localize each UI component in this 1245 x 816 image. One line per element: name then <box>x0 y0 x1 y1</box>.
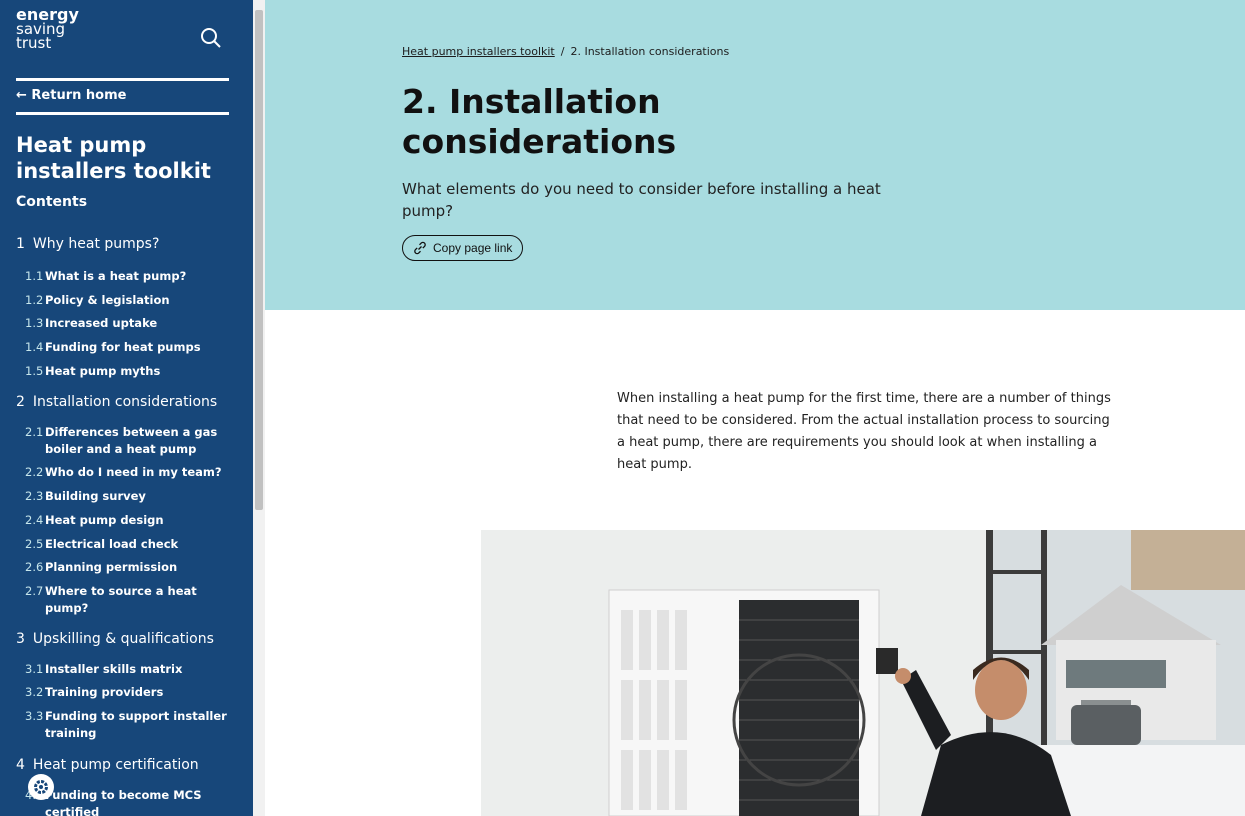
divider <box>16 78 229 81</box>
toc-item-3-1[interactable]: 3.1 Installer skills matrix <box>25 661 230 678</box>
toc-item-3-2[interactable]: 3.2 Training providers <box>25 684 230 701</box>
breadcrumb-current: 2. Installation considerations <box>570 45 730 58</box>
breadcrumb-link-toolkit[interactable]: Heat pump installers toolkit <box>402 45 555 58</box>
toc-item-2-3[interactable]: 2.3 Building survey <box>25 488 230 505</box>
toc-item-2-6[interactable]: 2.6 Planning permission <box>25 559 230 576</box>
logo-line-3: trust <box>16 34 52 52</box>
return-home-link[interactable]: ← Return home <box>16 88 126 103</box>
toc-item-3-3[interactable]: 3.3 Funding to support installer training <box>25 708 230 742</box>
toc-section-2[interactable]: 2 Installation considerations <box>16 394 217 410</box>
logo[interactable]: energy saving trust <box>16 7 79 52</box>
gear-icon[interactable] <box>28 774 54 800</box>
breadcrumb: Heat pump installers toolkit / 2. Installa… <box>402 45 729 58</box>
toc-item-2-5[interactable]: 2.5 Electrical load check <box>25 536 230 553</box>
copy-page-link-button[interactable]: Copy page link <box>402 235 524 261</box>
toc-item-2-1[interactable]: 2.1 Differences between a gas boiler and … <box>25 424 230 458</box>
breadcrumb-separator: / <box>560 45 565 58</box>
sidebar-scrollbar[interactable] <box>253 0 265 816</box>
toc-section-3[interactable]: 3 Upskilling & qualifications <box>16 631 214 647</box>
toc-item-2-2[interactable]: 2.2 Who do I need in my team? <box>25 464 230 481</box>
link-icon <box>414 241 426 255</box>
sidebar: energy saving trust ← Return home Heat p… <box>0 0 253 816</box>
toc-item-4-1[interactable]: 4.1Funding to become MCS certified <box>25 787 230 816</box>
toc-item-1-2[interactable]: 1.2 Policy & legislation <box>25 292 230 309</box>
toc-item-1-5[interactable]: 1.5 Heat pump myths <box>25 363 230 380</box>
copy-page-link-label: Copy page link <box>433 241 513 255</box>
toc-item-2-7[interactable]: 2.7 Where to source a heat pump? <box>25 583 230 617</box>
intro-paragraph: When installing a heat pump for the firs… <box>617 391 1111 472</box>
toc-section-4[interactable]: 4 Heat pump certification <box>16 757 199 773</box>
page-title: 2. Installation considerations <box>402 82 677 161</box>
divider <box>16 112 229 115</box>
page-subtitle: What elements do you need to consider be… <box>402 180 881 220</box>
toc-item-1-3[interactable]: 1.3 Increased uptake <box>25 315 230 332</box>
toc-item-1-4[interactable]: 1.4 Funding for heat pumps <box>25 339 230 356</box>
installer-photo <box>481 530 1245 816</box>
toc-item-2-4[interactable]: 2.4 Heat pump design <box>25 512 230 529</box>
search-icon[interactable] <box>200 27 222 49</box>
scrollbar-thumb[interactable] <box>255 10 263 510</box>
toolkit-title: Heat pump installers toolkit <box>16 133 211 183</box>
page-header: Heat pump installers toolkit / 2. Installa… <box>265 0 1245 310</box>
contents-heading: Contents <box>16 194 88 210</box>
toc-item-1-1[interactable]: 1.1 What is a heat pump? <box>25 268 230 285</box>
toc-section-1[interactable]: 1 Why heat pumps? <box>16 236 159 252</box>
